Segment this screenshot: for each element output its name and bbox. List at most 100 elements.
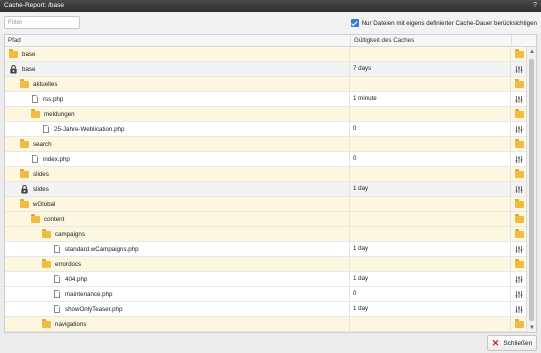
table-row[interactable]: search: [5, 137, 526, 152]
filter-input[interactable]: [4, 16, 80, 29]
open-folder-button[interactable]: [512, 107, 526, 121]
only-custom-cache-checkbox[interactable]: [350, 19, 359, 27]
help-icon[interactable]: ?: [533, 0, 537, 12]
table-row[interactable]: campaigns: [5, 227, 526, 242]
scrollbar-thumb[interactable]: [529, 59, 534, 321]
table-row[interactable]: wGlobal: [5, 197, 526, 212]
path-cell: 404.php: [5, 272, 350, 286]
folder-icon: [20, 139, 29, 148]
open-folder-button[interactable]: [512, 167, 526, 181]
table-row[interactable]: base: [5, 47, 526, 62]
validity-cell: [351, 77, 511, 91]
path-cell: errordocs: [5, 257, 350, 271]
adjust-sliders-icon[interactable]: [515, 245, 523, 253]
open-folder-button[interactable]: [512, 47, 526, 61]
table-row[interactable]: slides 1 day: [5, 182, 526, 197]
path-label: rss.php: [43, 95, 64, 103]
open-folder-icon[interactable]: [514, 139, 524, 148]
validity-cell: [351, 167, 511, 181]
table-row[interactable]: errordocs: [5, 257, 526, 272]
path-label: 25-Jahre-Weblication.php: [54, 125, 125, 133]
validity-cell: [351, 212, 511, 226]
edit-cache-button[interactable]: [512, 62, 526, 76]
scroll-up-icon[interactable]: ▲: [528, 48, 536, 57]
path-label: standard.wCampaigns.php: [65, 245, 139, 253]
table-row[interactable]: maintenance.php 0: [5, 287, 526, 302]
path-cell: maintenance.php: [5, 287, 350, 301]
validity-cell: 1 day: [351, 302, 511, 316]
open-folder-icon[interactable]: [514, 79, 524, 88]
open-folder-icon[interactable]: [514, 259, 524, 268]
validity-cell: 0: [351, 287, 511, 301]
file-icon: [54, 245, 60, 253]
table-row[interactable]: navigations: [5, 317, 526, 332]
table-row[interactable]: aktuelles: [5, 77, 526, 92]
table-header: Pfad Gültigkeit des Caches: [5, 35, 536, 47]
open-folder-button[interactable]: [512, 227, 526, 241]
edit-cache-button[interactable]: [512, 122, 526, 136]
only-custom-cache-toggle[interactable]: Nur Dateien mit eigens definierter Cache…: [350, 18, 537, 28]
adjust-sliders-icon[interactable]: [515, 290, 523, 298]
only-custom-cache-label[interactable]: Nur Dateien mit eigens definierter Cache…: [362, 20, 537, 27]
table-row[interactable]: meldungen: [5, 107, 526, 122]
column-header-path[interactable]: Pfad: [8, 35, 21, 47]
path-cell: showOnlyTeaser.php: [5, 302, 350, 316]
open-folder-button[interactable]: [512, 212, 526, 226]
open-folder-button[interactable]: [512, 257, 526, 271]
open-folder-icon[interactable]: [514, 109, 524, 118]
path-label: 404.php: [65, 275, 88, 283]
path-cell: wGlobal: [5, 197, 350, 211]
close-button-label: Schließen: [503, 339, 533, 347]
open-folder-button[interactable]: [512, 137, 526, 151]
close-button[interactable]: ✕ Schließen: [487, 335, 537, 351]
table-row[interactable]: base 7 days: [5, 62, 526, 77]
folder-icon: [31, 214, 40, 223]
path-cell: meldungen: [5, 107, 350, 121]
adjust-sliders-icon[interactable]: [515, 95, 523, 103]
table-row[interactable]: content: [5, 212, 526, 227]
open-folder-button[interactable]: [512, 317, 526, 331]
file-icon: [54, 305, 60, 313]
adjust-sliders-icon[interactable]: [515, 275, 523, 283]
open-folder-button[interactable]: [512, 77, 526, 91]
window-title: Cache-Report: /base: [4, 2, 64, 9]
table-row[interactable]: index.php 0: [5, 152, 526, 167]
path-cell: base: [5, 47, 350, 61]
open-folder-icon[interactable]: [514, 169, 524, 178]
edit-cache-button[interactable]: [512, 182, 526, 196]
table-row[interactable]: 25-Jahre-Weblication.php 0: [5, 122, 526, 137]
edit-cache-button[interactable]: [512, 92, 526, 106]
scroll-down-icon[interactable]: ▼: [528, 324, 536, 332]
open-folder-icon[interactable]: [514, 49, 524, 58]
folder-icon: [42, 259, 51, 268]
path-label: search: [33, 140, 52, 148]
folder-icon: [20, 79, 29, 88]
open-folder-icon[interactable]: [514, 319, 524, 328]
open-folder-icon[interactable]: [514, 199, 524, 208]
edit-cache-button[interactable]: [512, 302, 526, 316]
table-row[interactable]: 404.php 1 day: [5, 272, 526, 287]
edit-cache-button[interactable]: [512, 242, 526, 256]
table-row[interactable]: slides: [5, 167, 526, 182]
adjust-sliders-icon[interactable]: [515, 305, 523, 313]
table-row[interactable]: standard.wCampaigns.php 1 day: [5, 242, 526, 257]
adjust-sliders-icon[interactable]: [515, 65, 523, 73]
column-header-validity[interactable]: Gültigkeit des Caches: [354, 35, 414, 47]
open-folder-icon[interactable]: [514, 214, 524, 223]
validity-cell: [351, 197, 511, 211]
path-cell: slides: [5, 167, 350, 181]
edit-cache-button[interactable]: [512, 287, 526, 301]
open-folder-icon[interactable]: [514, 229, 524, 238]
path-label: base: [22, 65, 36, 73]
adjust-sliders-icon[interactable]: [515, 185, 523, 193]
table-row[interactable]: rss.php 1 minute: [5, 92, 526, 107]
vertical-scrollbar[interactable]: ▲ ▼: [526, 47, 536, 332]
path-label: meldungen: [44, 110, 75, 118]
folder-icon: [42, 229, 51, 238]
adjust-sliders-icon[interactable]: [515, 125, 523, 133]
open-folder-button[interactable]: [512, 197, 526, 211]
edit-cache-button[interactable]: [512, 272, 526, 286]
edit-cache-button[interactable]: [512, 152, 526, 166]
table-row[interactable]: showOnlyTeaser.php 1 day: [5, 302, 526, 317]
adjust-sliders-icon[interactable]: [515, 155, 523, 163]
